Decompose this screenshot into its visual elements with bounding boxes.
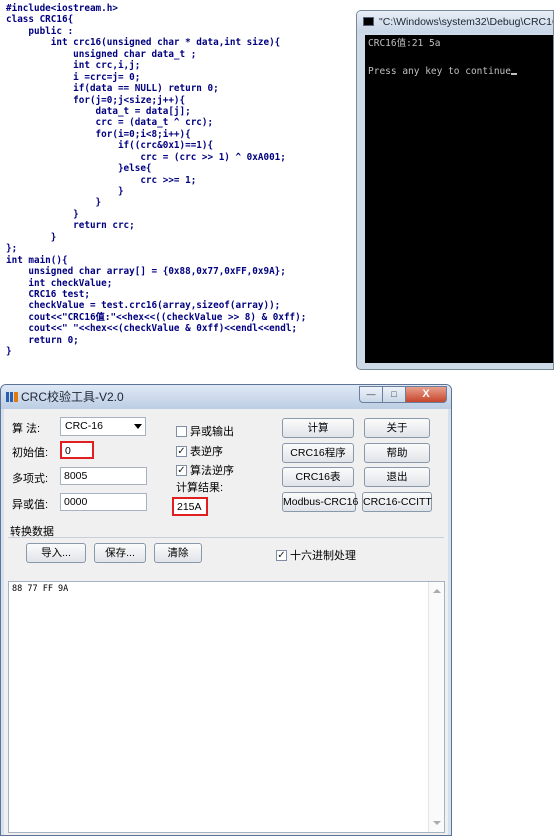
code-line: for(i=0;i<8;i++){	[6, 128, 191, 140]
calculate-button[interactable]: 计算	[282, 418, 354, 438]
code-line: i =crc=j= 0;	[6, 71, 141, 83]
xor-output-box	[176, 425, 187, 437]
scroll-down-icon[interactable]	[433, 821, 441, 825]
algo-reverse-checkbox[interactable]: ✓ 算法逆序	[176, 462, 234, 478]
code-line: CRC16 test;	[6, 288, 90, 300]
check-icon: ✓	[276, 549, 287, 561]
code-line: unsigned char data_t ;	[6, 48, 197, 60]
console-line-continue: Press any key to continue	[368, 66, 511, 77]
algorithm-select-value: CRC-16	[65, 420, 103, 432]
code-line: }	[6, 186, 124, 197]
console-output: CRC16值:21 5a Press any key to continue	[365, 35, 553, 363]
code-line: cout<<"CRC16值:"<<hex<<((checkValue >> 8)…	[6, 311, 307, 323]
poly-field[interactable]: 8005	[60, 467, 147, 485]
code-line: crc = (crc >> 1) ^ 0xA001;	[6, 151, 286, 163]
tool-title: CRC校验工具-V2.0	[21, 390, 124, 404]
data-text: 88 77 FF 9A	[12, 584, 69, 594]
console-window: "C:\Windows\system32\Debug\CRC16 CRC16值:…	[356, 10, 554, 370]
code-line: int checkValue;	[6, 277, 113, 289]
code-line: }else{	[6, 163, 152, 175]
scroll-up-icon[interactable]	[433, 589, 441, 593]
code-line: unsigned char array[] = {0x88,0x77,0xFF,…	[6, 266, 286, 278]
exit-button[interactable]: 退出	[364, 467, 430, 487]
clear-button[interactable]: 清除	[154, 543, 202, 563]
section-divider	[8, 537, 444, 538]
code-listing: #include<iostream.h> class CRC16{ public …	[0, 0, 356, 378]
code-line: cout<<" "<<hex<<(checkValue & 0xff)<<end…	[6, 323, 298, 335]
result-label: 计算结果:	[176, 482, 224, 494]
data-textarea[interactable]: 88 77 FF 9A	[8, 581, 445, 833]
result-field[interactable]: 215A	[172, 497, 208, 516]
code-line: if(data == NULL) return 0;	[6, 83, 219, 95]
xor-field[interactable]: 0000	[60, 493, 147, 511]
code-line: #include<iostream.h>	[6, 3, 118, 14]
init-value-field[interactable]: 0	[60, 441, 94, 459]
code-line: public :	[6, 25, 74, 37]
close-button[interactable]: X	[405, 386, 447, 403]
console-app-icon	[363, 17, 374, 26]
code-line: };	[6, 243, 18, 255]
code-line: class CRC16{	[6, 14, 74, 26]
code-line: data_t = data[j];	[6, 105, 191, 117]
minimize-button[interactable]: —	[359, 386, 383, 403]
about-button[interactable]: 关于	[364, 418, 430, 438]
vertical-scrollbar[interactable]	[428, 582, 444, 832]
init-label: 初始值:	[12, 447, 49, 459]
crc16-program-button[interactable]: CRC16程序	[282, 443, 354, 463]
xor-output-label: 异或输出	[190, 426, 234, 438]
check-icon: ✓	[176, 445, 187, 457]
crc-tool-window: CRC校验工具-V2.0 — □ X 算 法: CRC-16 初始值: 0 多项…	[0, 384, 452, 836]
code-line: }	[6, 346, 12, 358]
code-line: }	[6, 208, 79, 220]
algorithm-select[interactable]: CRC-16	[60, 417, 146, 436]
table-reverse-label: 表逆序	[190, 446, 223, 458]
hex-process-label: 十六进制处理	[290, 550, 356, 562]
app-icon	[6, 392, 18, 402]
crc16-ccitt-button[interactable]: CRC16-CCITT	[362, 492, 432, 512]
crc16-table-button[interactable]: CRC16表	[282, 467, 354, 487]
hex-process-checkbox[interactable]: ✓ 十六进制处理	[276, 547, 356, 563]
console-title: "C:\Windows\system32\Debug\CRC16	[379, 16, 553, 28]
code-line: }	[6, 197, 102, 209]
maximize-button[interactable]: □	[382, 386, 406, 403]
table-reverse-checkbox[interactable]: ✓ 表逆序	[176, 443, 223, 459]
poly-label: 多项式:	[12, 473, 49, 485]
modbus-crc16-button[interactable]: Modbus-CRC16	[282, 492, 358, 512]
code-line: return 0;	[6, 334, 79, 346]
tool-titlebar[interactable]: CRC校验工具-V2.0 — □ X	[1, 385, 451, 409]
code-line: }	[6, 231, 57, 243]
check-icon: ✓	[176, 464, 187, 476]
code-line: int crc,i,j;	[6, 60, 141, 72]
tool-client-area: 算 法: CRC-16 初始值: 0 多项式: 8005 异或值: 0000 异…	[4, 409, 448, 835]
console-cursor	[511, 73, 517, 75]
algorithm-label: 算 法:	[12, 423, 41, 435]
chevron-down-icon	[134, 424, 142, 429]
console-line-crc: CRC16值:21 5a	[368, 38, 441, 49]
code-line: for(j=0;j<size;j++){	[6, 94, 186, 106]
xor-output-checkbox[interactable]: 异或输出	[176, 423, 234, 439]
code-line: if((crc&0x1)==1){	[6, 140, 214, 152]
code-line: crc >>= 1;	[6, 174, 197, 186]
algo-reverse-label: 算法逆序	[190, 465, 234, 477]
code-line: int main(){	[6, 254, 68, 266]
code-line: checkValue = test.crc16(array,sizeof(arr…	[6, 300, 281, 312]
xor-label: 异或值:	[12, 499, 49, 511]
code-line: crc = (data_t ^ crc);	[6, 117, 214, 129]
import-button[interactable]: 导入...	[26, 543, 86, 563]
code-line: return crc;	[6, 220, 135, 232]
console-titlebar[interactable]: "C:\Windows\system32\Debug\CRC16	[357, 11, 553, 33]
save-button[interactable]: 保存...	[94, 543, 146, 563]
code-line: int crc16(unsigned char * data,int size)…	[6, 37, 281, 49]
help-button[interactable]: 帮助	[364, 443, 430, 463]
